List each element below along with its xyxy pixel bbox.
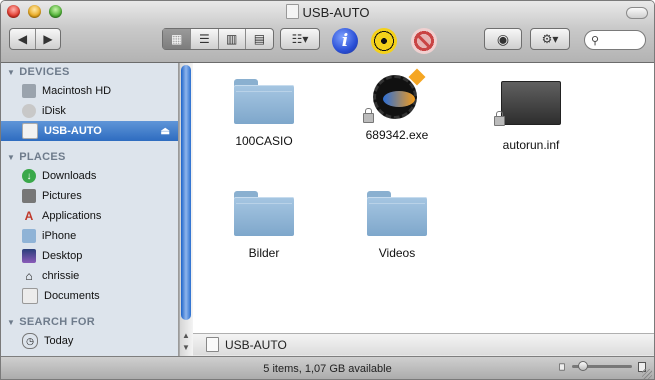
icon-view-icon: ▦ (170, 32, 183, 46)
path-item-usb-auto[interactable]: USB-AUTO (225, 338, 287, 352)
hard-disk-icon (22, 84, 36, 98)
gear-icon: ⚙▾ (541, 32, 559, 46)
nav-buttons: ◀ ▶ (9, 28, 61, 50)
sidebar-item-usb-auto[interactable]: USB-AUTO ⏏ (1, 121, 178, 141)
sidebar-section-devices[interactable]: ▼ DEVICES (1, 63, 178, 81)
forward-button[interactable]: ▶ (36, 29, 60, 49)
file-item-100casio[interactable]: 100CASIO (209, 79, 319, 148)
scroll-down-icon[interactable]: ▼ (181, 343, 191, 353)
desktop-icon (22, 249, 36, 263)
folder-icon (22, 229, 36, 243)
back-button[interactable]: ◀ (10, 29, 36, 49)
sidebar-section-search-for[interactable]: ▼ SEARCH FOR (1, 313, 178, 331)
radiation-icon[interactable] (371, 28, 397, 54)
sidebar-item-pictures[interactable]: Pictures (1, 186, 178, 206)
sidebar-item-macintosh-hd[interactable]: Macintosh HD (1, 81, 178, 101)
camera-icon (22, 189, 36, 203)
finder-window: USB-AUTO ◀ ▶ ▦ ☰ ▥ ▤ ☷▾ i ◉ ⚙▾ ⚲ ▼ DEVICE… (0, 0, 655, 380)
forward-arrow-icon: ▶ (43, 32, 53, 46)
icon-view-button[interactable]: ▦ (163, 29, 192, 49)
file-browser: 100CASIO 689342.exe autorun.inf Bilder V… (193, 63, 654, 333)
download-icon: ↓ (22, 169, 36, 183)
sidebar-item-documents[interactable]: Documents (1, 286, 178, 306)
lock-icon (363, 108, 374, 123)
toolbar: USB-AUTO ◀ ▶ ▦ ☰ ▥ ▤ ☷▾ i ◉ ⚙▾ ⚲ (1, 1, 654, 63)
window-title: USB-AUTO (1, 4, 654, 20)
resize-grip[interactable] (642, 369, 652, 379)
idisk-icon (22, 104, 36, 118)
sidebar-item-desktop[interactable]: Desktop (1, 246, 178, 266)
status-text: 5 items, 1,07 GB available (263, 363, 392, 375)
icon-size-slider[interactable] (572, 361, 632, 371)
arrange-button[interactable]: ☷▾ (280, 28, 320, 50)
cover-flow-icon: ▤ (253, 32, 266, 46)
folder-icon (367, 191, 427, 236)
arrange-icon: ☷▾ (291, 32, 309, 46)
sidebar-item-iphone[interactable]: iPhone (1, 226, 178, 246)
disclosure-triangle-icon: ▼ (7, 67, 16, 77)
cover-flow-button[interactable]: ▤ (246, 29, 273, 49)
action-button[interactable]: ⚙▾ (530, 28, 570, 50)
list-view-button[interactable]: ☰ (191, 29, 219, 49)
search-icon: ⚲ (591, 34, 600, 47)
forbidden-icon[interactable] (411, 28, 437, 54)
clock-icon: ◷ (22, 333, 38, 349)
sidebar: ▼ DEVICES Macintosh HD iDisk USB-AUTO ⏏ ▼ P… (1, 63, 179, 356)
column-view-icon: ▥ (225, 32, 238, 46)
drive-icon (285, 4, 299, 19)
sidebar-item-applications[interactable]: A Applications (1, 206, 178, 226)
disclosure-triangle-icon: ▼ (7, 152, 16, 162)
file-item-bilder[interactable]: Bilder (209, 191, 319, 260)
scrollbar-thumb[interactable] (181, 65, 191, 320)
column-view-button[interactable]: ▥ (219, 29, 246, 49)
path-bar: USB-AUTO (193, 333, 654, 355)
eject-icon[interactable]: ⏏ (161, 126, 170, 137)
sidebar-item-chrissie[interactable]: ⌂ chrissie (1, 266, 178, 286)
zoom-out-icon (559, 363, 565, 371)
list-view-icon: ☰ (198, 32, 210, 46)
quick-look-button[interactable]: ◉ (484, 28, 522, 50)
eye-icon: ◉ (496, 31, 510, 47)
file-item-689342-exe[interactable]: 689342.exe (342, 68, 452, 142)
documents-icon (22, 288, 38, 304)
file-item-videos[interactable]: Videos (342, 191, 452, 260)
drive-icon (206, 337, 219, 352)
search-field[interactable]: ⚲ (584, 30, 646, 50)
toolbar-toggle-button[interactable] (626, 7, 648, 19)
status-bar: 5 items, 1,07 GB available (1, 356, 654, 379)
sidebar-scrollbar[interactable]: ▲ ▼ (179, 63, 193, 356)
folder-icon (234, 79, 294, 124)
file-item-autorun-inf[interactable]: autorun.inf (476, 79, 586, 152)
slider-knob[interactable] (578, 361, 588, 371)
sidebar-item-today[interactable]: ◷ Today (1, 331, 178, 351)
sidebar-section-places[interactable]: ▼ PLACES (1, 148, 178, 166)
applications-icon: A (24, 209, 34, 223)
home-icon: ⌂ (25, 269, 33, 283)
usb-drive-icon (22, 123, 38, 139)
sidebar-item-idisk[interactable]: iDisk (1, 101, 178, 121)
view-mode-control: ▦ ☰ ▥ ▤ (162, 28, 274, 50)
back-arrow-icon: ◀ (17, 32, 28, 46)
application-icon (363, 68, 426, 123)
scroll-up-icon[interactable]: ▲ (181, 331, 191, 341)
info-button[interactable]: i (332, 28, 358, 54)
sidebar-item-downloads[interactable]: ↓ Downloads (1, 166, 178, 186)
folder-icon (234, 191, 294, 236)
disclosure-triangle-icon: ▼ (7, 317, 16, 327)
lock-icon (494, 111, 505, 126)
document-icon (494, 81, 561, 126)
